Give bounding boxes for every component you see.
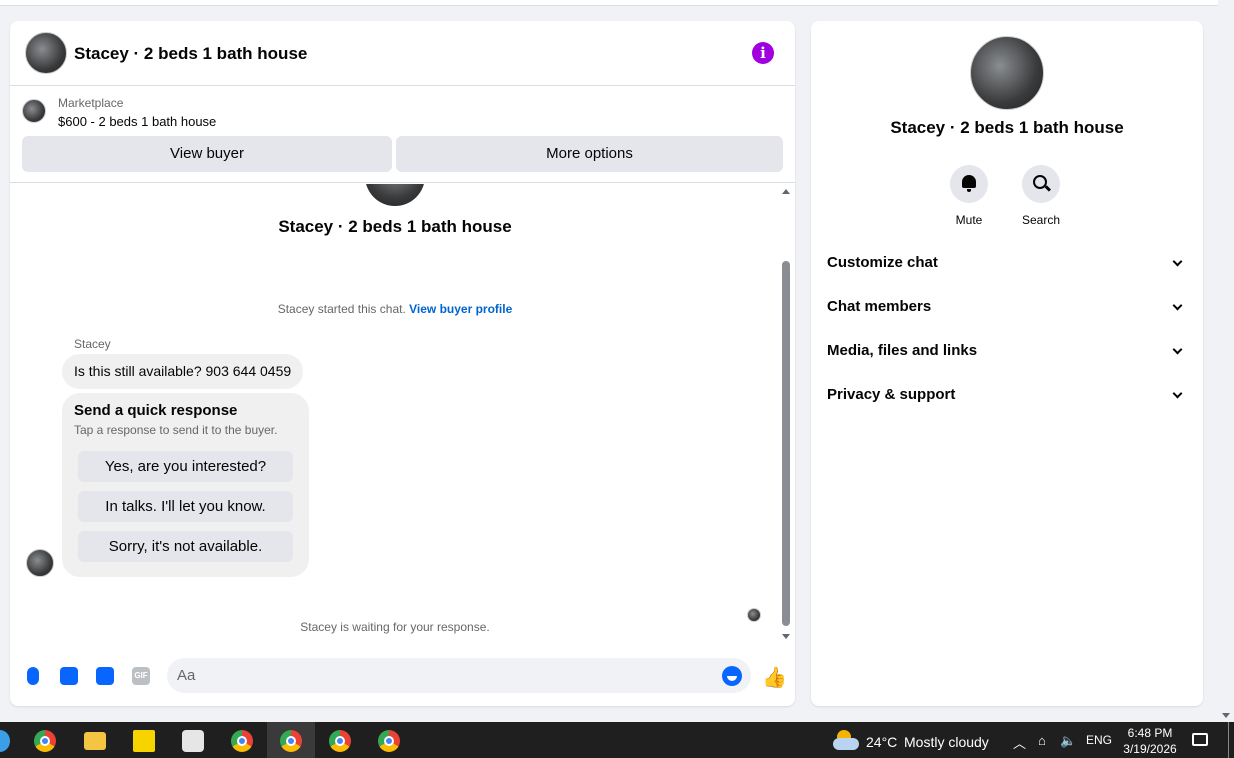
quick-response-title: Send a quick response: [74, 402, 238, 419]
chat-started-notice: Stacey started this chat. View buyer pro…: [10, 302, 780, 316]
mute-button[interactable]: Mute: [939, 165, 999, 227]
section-label: Chat members: [827, 298, 932, 315]
sender-name: Stacey: [74, 337, 111, 351]
chevron-up-icon[interactable]: ︿: [1013, 733, 1026, 752]
view-buyer-profile-link[interactable]: View buyer profile: [409, 302, 512, 316]
page-scrollbar[interactable]: [1218, 0, 1234, 722]
chevron-down-icon: [1172, 344, 1183, 355]
chat-info-panel: Stacey · 2 beds 1 bath house Mute Search…: [811, 21, 1203, 706]
profile-avatar[interactable]: [970, 36, 1044, 110]
show-desktop[interactable]: [1228, 722, 1229, 758]
weather-desc[interactable]: Mostly cloudy: [904, 734, 989, 750]
chat-panel: Stacey · 2 beds 1 bath house i Marketpla…: [10, 21, 795, 706]
bell-icon: [962, 175, 976, 192]
message-list: Stacey · 2 beds 1 bath house Stacey star…: [10, 184, 795, 646]
chat-avatar[interactable]: [25, 32, 67, 74]
scroll-down-arrow-icon[interactable]: [1222, 713, 1230, 718]
message-scrollbar[interactable]: [780, 184, 792, 646]
message-input[interactable]: [177, 658, 707, 693]
section-media-files-links[interactable]: Media, files and links: [827, 342, 1187, 366]
weather-cloud-icon[interactable]: [833, 730, 859, 750]
quick-response-subtitle: Tap a response to send it to the buyer.: [74, 423, 278, 437]
windows-taskbar: 24°C Mostly cloudy ︿ ⌂ 🔈 ENG 6:48 PM 3/1…: [0, 722, 1234, 758]
waiting-notice: Stacey is waiting for your response.: [300, 620, 490, 634]
chrome-profile-icon[interactable]: [378, 730, 400, 752]
network-icon[interactable]: ⌂: [1038, 733, 1046, 748]
chrome-profile-icon[interactable]: [329, 730, 351, 752]
weather-temp[interactable]: 24°C: [866, 734, 897, 750]
sender-avatar[interactable]: [26, 549, 54, 577]
scroll-up-arrow-icon[interactable]: [782, 189, 790, 194]
search-circle[interactable]: [1022, 165, 1060, 203]
chevron-down-icon: [1172, 388, 1183, 399]
photo-icon[interactable]: [60, 667, 78, 685]
quick-response-yes-button[interactable]: Yes, are you interested?: [78, 451, 293, 482]
clock-date: 3/19/2026: [1123, 742, 1177, 756]
message-composer: GIF 👍: [10, 651, 795, 701]
chrome-profile-icon[interactable]: [280, 730, 302, 752]
message-input-wrapper: [167, 658, 751, 693]
view-buyer-button[interactable]: View buyer: [22, 136, 392, 172]
chevron-down-icon: [1172, 300, 1183, 311]
notification-icon[interactable]: [1192, 733, 1208, 746]
microphone-icon[interactable]: [27, 667, 39, 685]
marketplace-label: Marketplace: [58, 96, 124, 110]
clock-time: 6:48 PM: [1127, 726, 1173, 740]
section-privacy-support[interactable]: Privacy & support: [827, 386, 1187, 410]
search-label: Search: [1021, 213, 1061, 227]
section-label: Customize chat: [827, 254, 938, 271]
marketplace-listing-bar: Marketplace $600 - 2 beds 1 bath house V…: [10, 87, 795, 183]
volume-icon[interactable]: 🔈: [1060, 733, 1076, 749]
info-title: Stacey · 2 beds 1 bath house: [890, 118, 1124, 137]
chat-started-text: Stacey started this chat.: [277, 302, 406, 316]
scroll-down-arrow-icon[interactable]: [782, 634, 790, 639]
file-explorer-icon[interactable]: [84, 732, 106, 750]
sticky-notes-icon[interactable]: [133, 730, 155, 752]
mute-label: Mute: [955, 213, 983, 227]
section-label: Privacy & support: [827, 386, 956, 403]
gif-icon[interactable]: GIF: [132, 667, 150, 685]
scrollbar-thumb[interactable]: [782, 261, 790, 626]
mute-circle[interactable]: [950, 165, 988, 203]
paint-icon[interactable]: [182, 730, 204, 752]
quick-response-card: Send a quick response Tap a response to …: [62, 393, 309, 577]
search-button[interactable]: Search: [1011, 165, 1071, 227]
chrome-profile-icon[interactable]: [231, 730, 253, 752]
chevron-down-icon: [1172, 256, 1183, 267]
sticker-icon[interactable]: [96, 667, 114, 685]
chat-header: Stacey · 2 beds 1 bath house i: [10, 21, 795, 86]
system-clock[interactable]: 6:48 PM 3/19/2026: [1118, 725, 1182, 757]
quick-response-in-talks-button[interactable]: In talks. I'll let you know.: [78, 491, 293, 522]
listing-title[interactable]: $600 - 2 beds 1 bath house: [58, 114, 216, 129]
chat-title[interactable]: Stacey · 2 beds 1 bath house: [74, 44, 307, 64]
thumbs-up-icon[interactable]: 👍: [762, 665, 787, 690]
section-chat-members[interactable]: Chat members: [827, 298, 1187, 322]
emoji-icon[interactable]: [722, 666, 742, 686]
listing-thumbnail[interactable]: [22, 99, 46, 123]
thread-avatar: [365, 184, 425, 206]
search-icon: [1033, 175, 1047, 189]
quick-response-not-available-button[interactable]: Sorry, it's not available.: [78, 531, 293, 562]
section-customize-chat[interactable]: Customize chat: [827, 254, 1187, 278]
language-indicator[interactable]: ENG: [1086, 733, 1112, 747]
info-icon[interactable]: i: [752, 42, 774, 64]
message-bubble[interactable]: Is this still available? 903 644 0459: [62, 354, 304, 389]
edge-icon[interactable]: [0, 730, 10, 752]
section-label: Media, files and links: [827, 342, 978, 359]
more-options-button[interactable]: More options: [396, 136, 783, 172]
chrome-icon[interactable]: [34, 730, 56, 752]
thread-title: Stacey · 2 beds 1 bath house: [278, 217, 512, 236]
top-bar: [0, 0, 1218, 6]
